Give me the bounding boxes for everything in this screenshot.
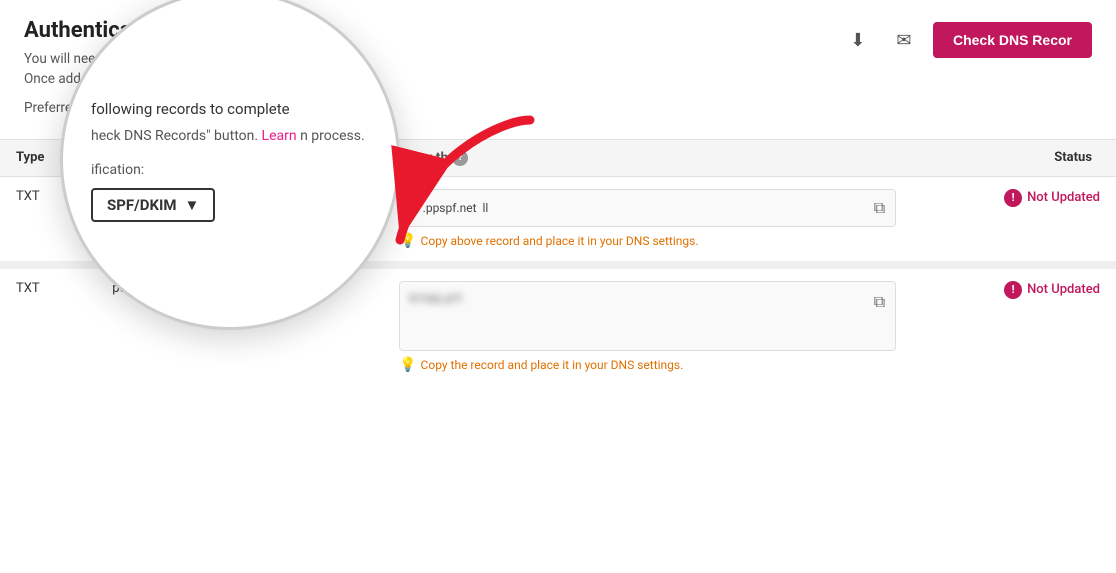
col-status: Status [912, 139, 1116, 176]
row2-hint-text: Copy the record and place it in your DNS… [421, 358, 684, 372]
download-button[interactable]: ⬇ [841, 23, 875, 57]
row2-copy-button[interactable]: ⧉ [874, 292, 885, 312]
mag-spf-select[interactable]: SPF/DKIM ▼ [91, 188, 215, 222]
mag-line2-text: heck DNS Records" button. [91, 128, 262, 144]
mag-suffix: n process. [300, 128, 365, 144]
header-right: ⬇ ✉ Check DNS Recor [841, 18, 1092, 58]
hint-icon-1: 💡 [399, 233, 416, 249]
mag-preferred: ification: [91, 162, 369, 178]
row2-status-cell: ! Not Updated [912, 269, 1116, 385]
download-icon: ⬇ [850, 30, 865, 51]
row1-value-wrapper: v7.ppspf.net ll ⧉ [399, 189, 896, 227]
email-icon: ✉ [896, 30, 911, 51]
row1-value-cell: v7.ppspf.net ll ⧉ 💡 Copy above record an… [383, 176, 912, 261]
row1-status-text: Not Updated [1027, 190, 1100, 205]
row2-status-badge: ! Not Updated [1004, 281, 1100, 299]
row1-value-text: v7.ppspf.net ll [410, 201, 866, 215]
row2-type: TXT [0, 269, 96, 385]
mag-dropdown-icon: ▼ [185, 196, 200, 214]
row1-status-badge: ! Not Updated [1004, 189, 1100, 207]
row1-hint: 💡 Copy above record and place it in your… [399, 233, 896, 249]
row2-value-text: k=rsa; p=l [410, 290, 866, 340]
row2-status-text: Not Updated [1027, 282, 1100, 297]
hint-icon-2: 💡 [399, 357, 416, 373]
mag-spf-label: SPF/DKIM [107, 196, 177, 214]
mag-learn-link[interactable]: Learn [262, 128, 297, 144]
mag-pre: following records to complete [91, 100, 290, 118]
mag-line1: following records to complete [91, 99, 369, 120]
row1-status-icon: ! [1004, 189, 1022, 207]
row2-status-icon: ! [1004, 281, 1022, 299]
row1-hint-text: Copy above record and place it in your D… [421, 234, 699, 248]
page-wrapper: Authenticate You You will need to add th… [0, 0, 1116, 573]
email-button[interactable]: ✉ [887, 23, 921, 57]
row2-value-wrapper: k=rsa; p=l [399, 281, 896, 351]
row1-status-cell: ! Not Updated [912, 176, 1116, 261]
col-enter: Enter th ? [383, 139, 912, 176]
mag-line2: heck DNS Records" button. Learn n proces… [91, 128, 369, 144]
row2-hint: 💡 Copy the record and place it in your D… [399, 357, 896, 373]
question-icon: ? [452, 150, 468, 166]
row2-value-cell: k=rsa; p=l [383, 269, 912, 385]
row1-copy-button[interactable]: ⧉ [874, 198, 885, 218]
magnifier-overlay: following records to complete heck DNS R… [60, 0, 400, 330]
check-dns-button[interactable]: Check DNS Recor [933, 22, 1092, 58]
magnifier-content: following records to complete heck DNS R… [63, 0, 397, 327]
mag-verification-pre: ification: [91, 162, 144, 178]
